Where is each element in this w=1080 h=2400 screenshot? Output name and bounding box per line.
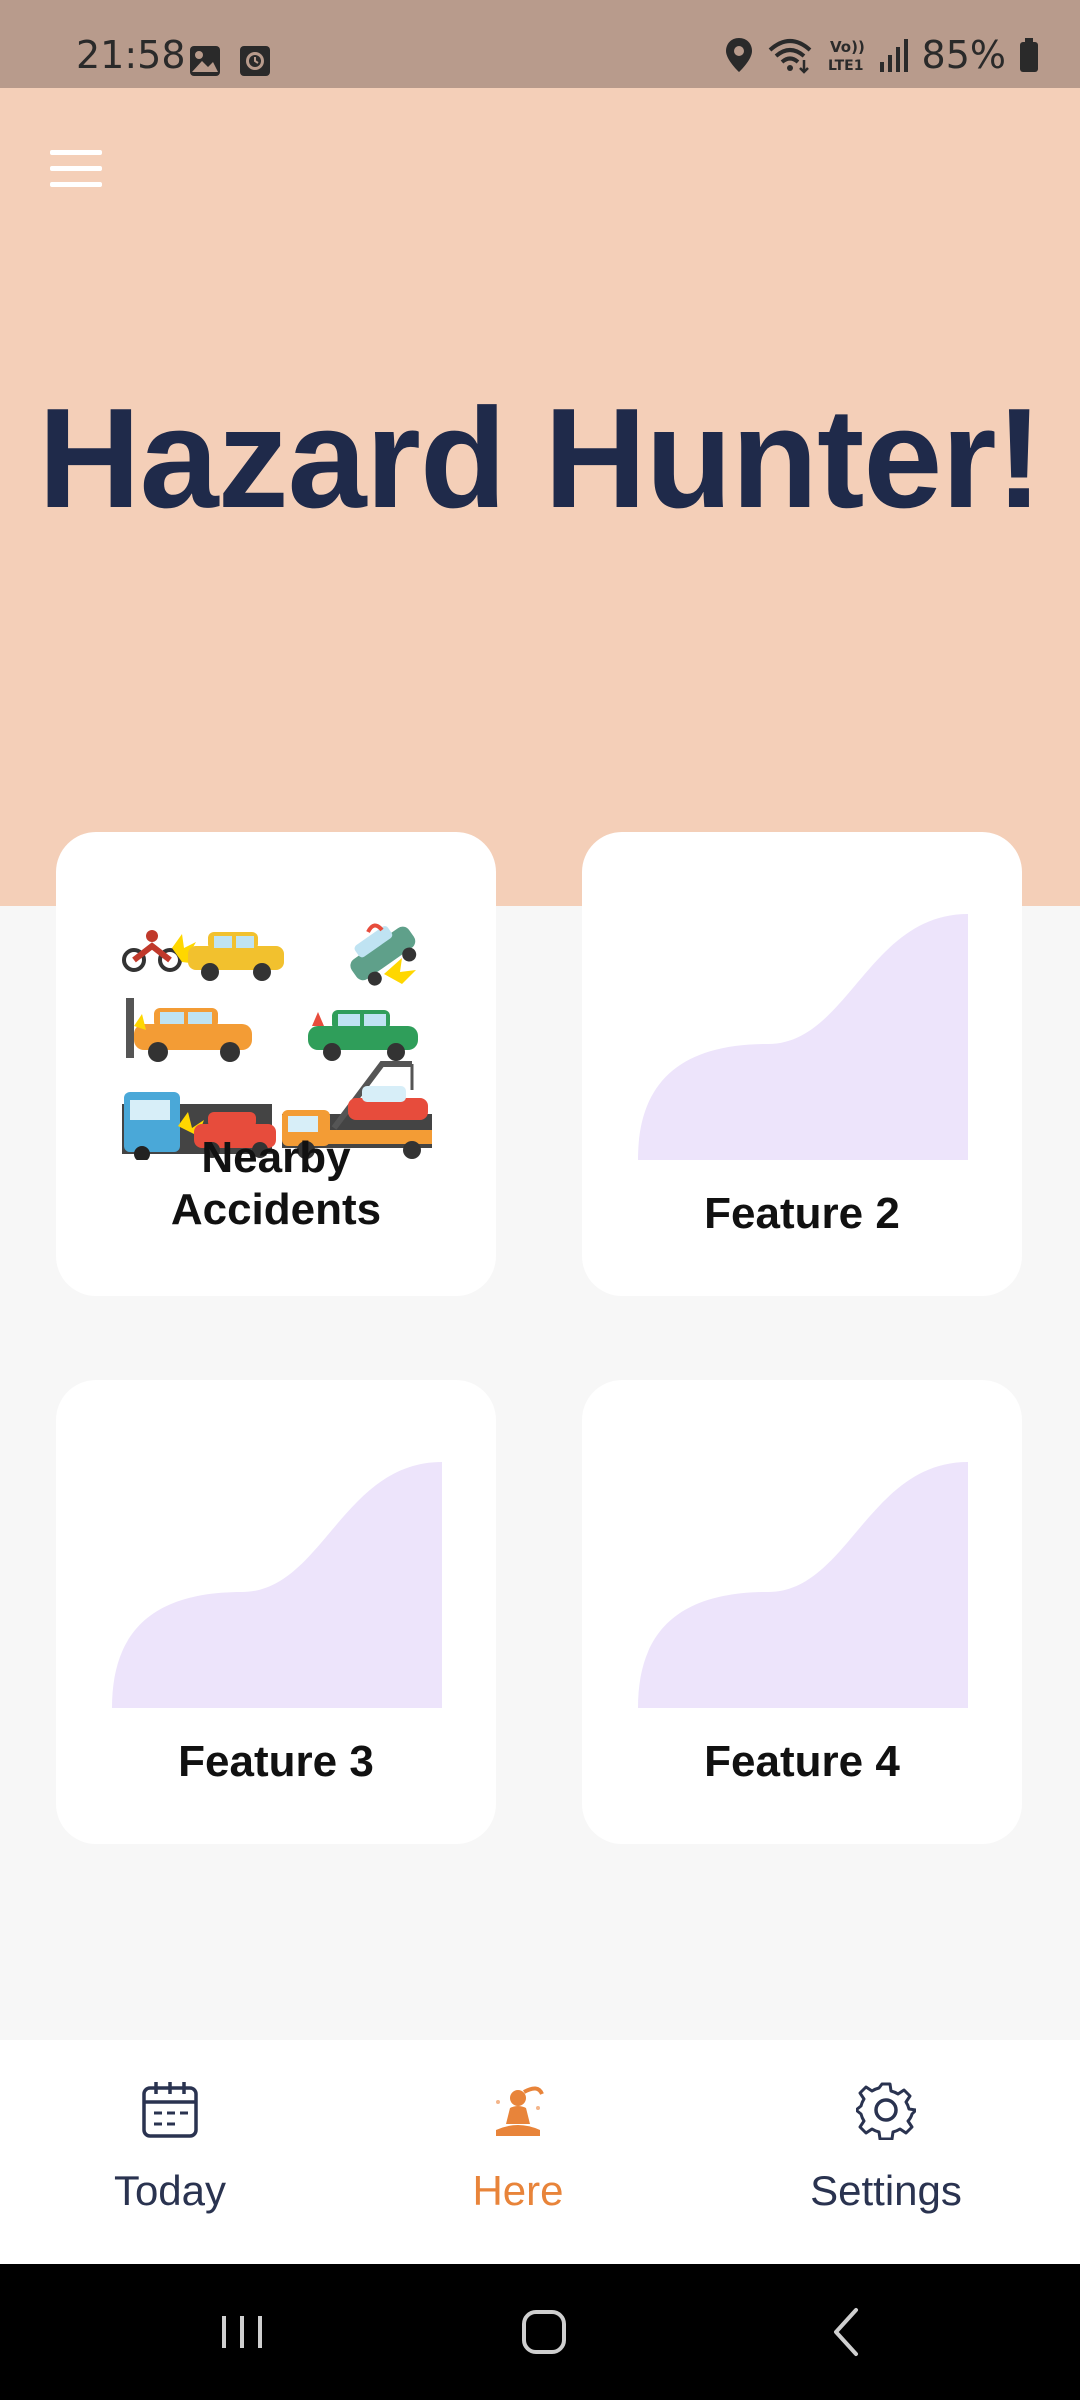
back-icon[interactable] [810, 2296, 882, 2368]
feature-label: Feature 4 [704, 1737, 900, 1786]
svg-text:LTE1: LTE1 [828, 58, 863, 74]
meditation-icon [496, 2086, 544, 2136]
feature-label-line1: Nearby [201, 1133, 351, 1182]
placeholder-shape-image [638, 1462, 968, 1708]
feature-card-nearby-accidents[interactable]: Nearby Accidents [56, 832, 496, 1296]
menu-line [50, 182, 102, 187]
accidents-illustration [122, 923, 432, 1160]
recents-icon[interactable] [206, 2296, 278, 2368]
battery-percent: 85% [921, 33, 1006, 77]
feature-label: Feature 2 [704, 1189, 900, 1238]
feature-label: Nearby Accidents [56, 1132, 496, 1236]
menu-line [50, 150, 102, 155]
green-car [308, 1010, 418, 1061]
clock-icon [240, 46, 270, 76]
nav-label-today: Today [113, 2167, 227, 2214]
system-navigation-bar [0, 2264, 1080, 2400]
motorcycle-figure [122, 930, 182, 972]
nav-item-today[interactable]: Today [20, 2040, 320, 2264]
page-title: Hazard Hunter! [38, 379, 1043, 538]
nav-item-settings[interactable]: Settings [736, 2040, 1036, 2264]
flipped-car [350, 926, 417, 986]
nav-item-here[interactable]: Here [368, 2040, 668, 2264]
home-icon[interactable] [508, 2296, 580, 2368]
location-icon [725, 38, 752, 72]
placeholder-shape-image [638, 914, 968, 1160]
feature-card-2[interactable]: Feature 2 [582, 832, 1022, 1296]
status-time: 21:58 [76, 33, 186, 77]
feature-card-4[interactable]: Feature 4 [582, 1380, 1022, 1844]
feature-label: Feature 3 [178, 1737, 374, 1786]
status-bar: 21:58 Vo)) LTE1 85% [0, 0, 1080, 88]
gallery-icon [190, 46, 220, 76]
wifi-icon [768, 39, 811, 74]
volte-icon: Vo)) LTE1 [828, 38, 865, 74]
menu-line [50, 166, 102, 171]
nav-label-here: Here [472, 2167, 564, 2214]
calendar-icon [142, 2082, 198, 2138]
feature-label-line2: Accidents [170, 1185, 382, 1234]
battery-icon [1020, 38, 1038, 72]
yellow-car [188, 932, 284, 981]
orange-car [126, 998, 252, 1062]
svg-text:Vo)): Vo)) [830, 38, 865, 56]
status-notification-icons [188, 44, 272, 78]
hamburger-menu-button[interactable] [50, 150, 104, 187]
gear-icon [856, 2082, 916, 2140]
feature-card-3[interactable]: Feature 3 [56, 1380, 496, 1844]
signal-icon [879, 39, 908, 72]
nav-label-settings: Settings [810, 2167, 962, 2214]
placeholder-shape-image [112, 1462, 442, 1708]
status-system-icons: Vo)) LTE1 85% [724, 36, 1040, 74]
bottom-navigation: Today Here Settings [0, 2040, 1080, 2264]
